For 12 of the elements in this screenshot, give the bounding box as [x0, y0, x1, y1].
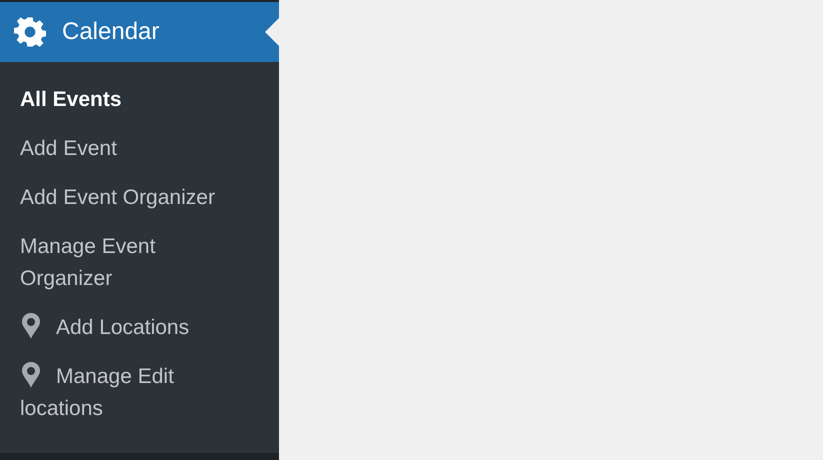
map-pin-icon: [20, 312, 42, 340]
submenu-item[interactable]: Add Event: [20, 133, 245, 165]
menu-header[interactable]: Calendar: [0, 2, 279, 62]
current-indicator-icon: [265, 18, 279, 46]
gear-icon: [14, 16, 46, 48]
menu-title: Calendar: [62, 17, 160, 47]
submenu-item[interactable]: Add Locations: [20, 312, 245, 344]
map-pin-icon: [20, 361, 42, 389]
submenu-item[interactable]: Manage Event Organizer: [20, 231, 245, 295]
submenu-item[interactable]: Add Event Organizer: [20, 182, 245, 214]
submenu-item[interactable]: Manage Edit locations: [20, 361, 245, 425]
submenu-item[interactable]: All Events: [20, 84, 245, 116]
